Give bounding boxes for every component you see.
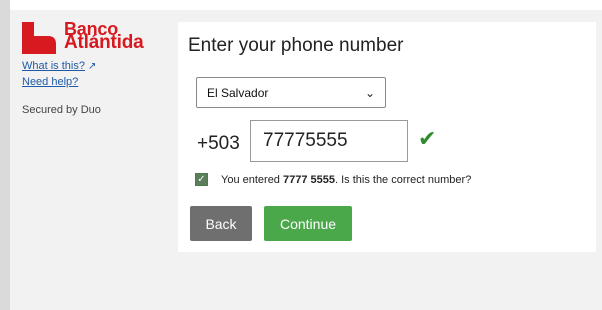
confirm-number-row: ✓ You entered 7777 5555. Is this the cor… [195,173,471,186]
country-select-value: El Salvador [207,85,269,100]
checkmark-icon: ✔ [418,126,437,151]
phone-number-input[interactable]: 77775555 [250,120,408,162]
window-left-edge [0,0,10,310]
back-button[interactable]: Back [190,206,252,241]
secured-by-duo-text: Secured by Duo [22,104,101,116]
country-select[interactable]: El Salvador ⌄ [196,77,386,108]
chevron-down-icon: ⌄ [364,85,375,100]
phone-entry-panel: Enter your phone number El Salvador ⌄ +5… [178,22,596,252]
page-title: Enter your phone number [188,35,404,56]
bank-logo-mark-icon [22,22,58,54]
continue-button[interactable]: Continue [264,206,352,241]
window-top-strip [0,0,602,10]
bank-logo-text: Banco Atlántida [64,20,144,53]
confirm-number-text: You entered 7777 5555. Is this the corre… [221,174,471,186]
confirm-number-value: 7777 5555 [282,173,335,186]
external-link-icon: ↗ [87,61,97,72]
dial-prefix: +503 [197,133,240,154]
confirm-number-checkbox[interactable]: ✓ [195,173,208,186]
need-help-link[interactable]: Need help? [22,76,162,88]
what-is-this-link[interactable]: What is this? ↗ [22,60,162,72]
what-is-this-label: What is this? [22,60,85,72]
sidebar: Banco Atlántida What is this? ↗ Need help… [22,20,162,116]
bank-logo: Banco Atlántida [22,20,162,56]
bank-name-line2: Atlántida [64,32,144,53]
confirm-prefix-text: You entered [221,173,283,186]
confirm-suffix-text: . Is this the correct number? [334,173,472,186]
